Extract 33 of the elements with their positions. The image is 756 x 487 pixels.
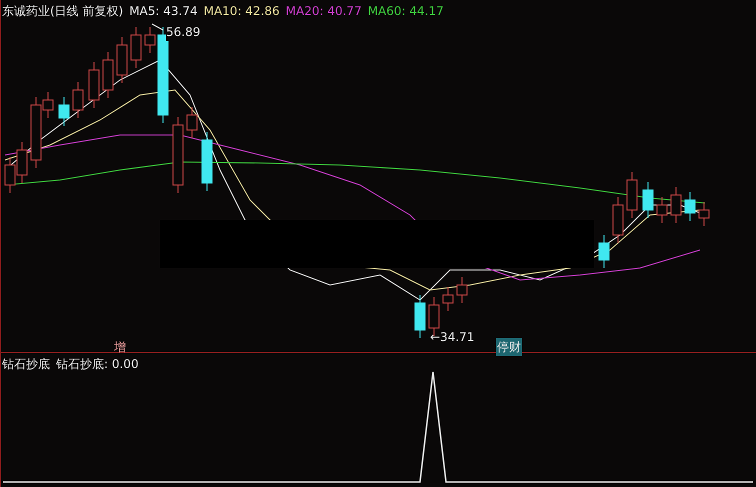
- candlestick: [130, 26, 142, 68]
- candlestick: [670, 186, 682, 224]
- candlestick: [456, 276, 468, 304]
- candlestick: [656, 196, 668, 224]
- price-label: ←34.71: [430, 329, 474, 346]
- candlestick: [684, 192, 696, 222]
- candlestick: [116, 36, 128, 84]
- candlestick: [612, 196, 624, 244]
- indicator-value: MA60: 44.17: [368, 3, 444, 20]
- indicator-title: 钻石抄底: [2, 356, 50, 373]
- candlestick: [88, 62, 100, 108]
- indicator-value: 钻石抄底: 0.00: [56, 356, 139, 373]
- candlestick: [186, 106, 198, 138]
- candlestick: [58, 96, 70, 126]
- candlestick: [626, 172, 638, 218]
- candlestick: [16, 142, 28, 184]
- indicator-value: MA5: 43.74: [129, 3, 198, 20]
- candlestick: [4, 156, 16, 194]
- candlestick: [144, 26, 156, 54]
- candlestick: [72, 82, 84, 118]
- indicator-value: MA10: 42.86: [204, 3, 280, 20]
- indicator-value: MA20: 40.77: [286, 3, 362, 20]
- candlestick: [642, 182, 654, 218]
- chart-title: 东诚药业(日线 前复权): [2, 3, 124, 20]
- candlestick: [598, 234, 610, 268]
- signal-label: 停财: [496, 338, 522, 356]
- candlestick: [202, 132, 212, 192]
- candlestick: [442, 286, 454, 312]
- candlestick: [102, 52, 114, 98]
- candlestick: [698, 202, 710, 226]
- signal-label: 增: [114, 339, 126, 356]
- candlestick: [414, 294, 426, 338]
- leader-line: [152, 24, 164, 30]
